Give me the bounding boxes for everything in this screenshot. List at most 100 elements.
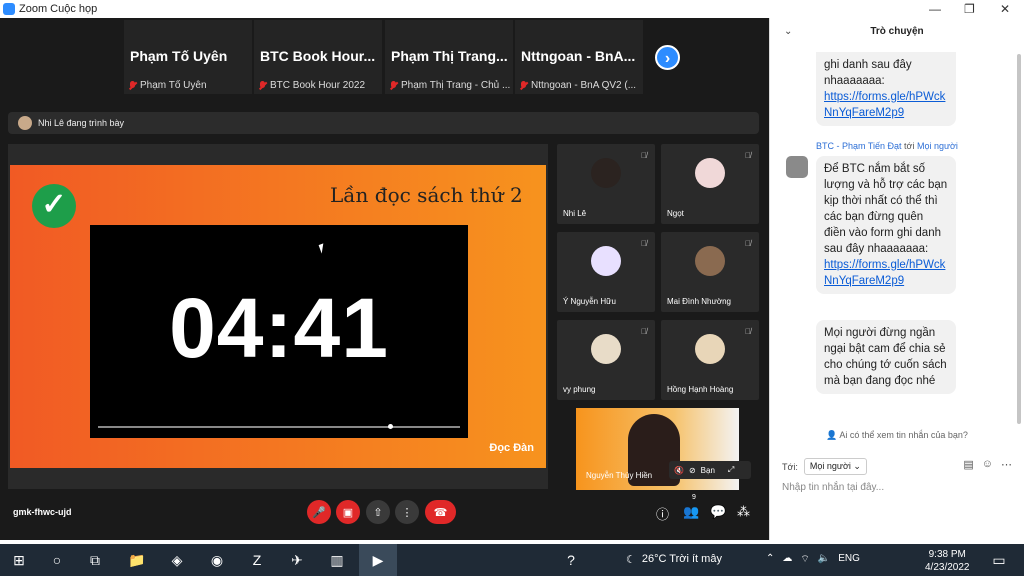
weather-widget[interactable]: ☾ 26°C Trời ít mây xyxy=(626,553,722,566)
chat-message: ghi danh sau đây nhaaaaaaa: https://form… xyxy=(816,52,956,126)
chat-icon[interactable]: 💬 xyxy=(710,504,726,520)
apps-icon[interactable]: ⁂ xyxy=(737,504,750,520)
participant-name: Phạm Tố Uyên xyxy=(130,48,228,64)
participant-name: Nttngoan - BnA... xyxy=(521,48,636,64)
emoji-icon[interactable]: ☺ xyxy=(982,458,993,471)
presenting-text: Nhi Lê đang trình bày xyxy=(38,118,125,128)
zalo-icon[interactable]: Z xyxy=(246,549,268,571)
maximize-icon[interactable]: ❐ xyxy=(964,2,975,16)
mic-muted-icon[interactable]: 🔇 xyxy=(674,466,684,475)
participant-strip: Phạm Tố Uyên Phạm Tố Uyên BTC Book Hour.… xyxy=(0,18,769,96)
participant-tile[interactable]: 🎙̸ Nhi Lê xyxy=(557,144,655,224)
avatar xyxy=(695,334,725,364)
recipient-dropdown[interactable]: Mọi người ⌄ xyxy=(803,458,867,475)
participant-thumb[interactable]: BTC Book Hour... BTC Book Hour 2022 xyxy=(254,20,382,94)
mic-muted-icon xyxy=(128,80,137,91)
chat-message: Để BTC nắm bắt số lượng và hỗ trợ các bạ… xyxy=(816,156,956,294)
participant-tile[interactable]: 🎙̸ Ý Nguyễn Hữu xyxy=(557,232,655,312)
self-name: Nguyễn Thùy Hiền xyxy=(586,471,653,480)
file-explorer-icon[interactable]: 📁 xyxy=(126,549,148,571)
chat-input[interactable]: Nhập tin nhắn tại đây... xyxy=(782,482,884,493)
mic-muted-icon xyxy=(389,80,398,91)
window-controls: — ❐ ✕ xyxy=(769,0,1024,18)
self-label: Bạn xyxy=(700,465,715,475)
chat-sender: BTC - Phạm Tiến Đạt tới Mọi người xyxy=(816,141,958,151)
expand-icon[interactable]: ⤢ xyxy=(728,465,734,475)
help-icon[interactable]: ? xyxy=(560,549,582,571)
people-icon: 👤 xyxy=(826,430,838,440)
sender-recipient: Mọi người xyxy=(916,141,958,151)
file-icon[interactable]: ▤ xyxy=(963,458,973,471)
avatar xyxy=(591,246,621,276)
check-icon: ✓ xyxy=(32,184,76,228)
participant-count: 9 xyxy=(692,494,696,501)
video-progress-bar xyxy=(98,424,460,429)
mic-muted-icon: 🎙̸ xyxy=(641,151,647,160)
countdown-timer: 04:41 xyxy=(169,281,389,375)
next-page-button[interactable]: › xyxy=(655,45,680,70)
participant-thumb[interactable]: Phạm Thị Trang... Phạm Thị Trang - Chủ .… xyxy=(385,20,513,94)
clock[interactable]: 9:38 PM 4/23/2022 xyxy=(925,548,970,574)
chat-message: Mọi người đừng ngần ngại bật cam để chia… xyxy=(816,320,956,394)
app-icon[interactable]: ✈ xyxy=(286,549,308,571)
participant-tile[interactable]: 🎙̸ Mai Đình Nhường xyxy=(661,232,759,312)
chat-link[interactable]: https://forms.gle/hPWckNnYqFareM2p9 xyxy=(824,259,945,287)
participant-tile[interactable]: 🎙̸ vy phung xyxy=(557,320,655,400)
app-icon[interactable]: ▥ xyxy=(326,549,348,571)
wifi-icon[interactable]: ⌔ xyxy=(800,553,809,566)
window-titlebar: Zoom Cuộc họp xyxy=(0,0,769,18)
participant-name: Nhi Lê xyxy=(563,209,587,218)
chat-privacy-link[interactable]: 👤 Ai có thể xem tin nhắn của bạn? xyxy=(770,430,1024,441)
zoom-icon[interactable]: ▶ xyxy=(367,549,389,571)
share-screen-button[interactable]: ⇧ xyxy=(366,500,390,524)
sender-name: BTC - Phạm Tiến Đạt xyxy=(816,141,902,151)
volume-icon[interactable]: 🔈 xyxy=(818,553,830,566)
participants-icon[interactable]: 👥 xyxy=(683,504,699,520)
notifications-icon[interactable]: ▭ xyxy=(988,549,1010,571)
chevron-up-icon[interactable]: ⌃ xyxy=(766,553,774,566)
dropbox-icon[interactable]: ◈ xyxy=(166,549,188,571)
start-video-button[interactable]: ▣ xyxy=(336,500,360,524)
avatar xyxy=(591,158,621,188)
cloud-icon[interactable]: ☁ xyxy=(782,553,792,566)
video-off-icon[interactable]: ⊘ xyxy=(689,466,696,475)
task-view-icon[interactable]: ⧉ xyxy=(84,549,106,571)
chat-message-text: Để BTC nắm bắt số lượng và hỗ trợ các bạ… xyxy=(824,163,948,255)
weather-icon: ☾ xyxy=(626,554,636,566)
meeting-id: gmk-fhwc-ujd xyxy=(13,507,72,517)
chat-panel: ⌄ Trò chuyện ghi danh sau đây nhaaaaaaa:… xyxy=(769,18,1024,540)
participant-label: Nttngoan - BnA QV2 (... xyxy=(531,80,637,91)
slide: ✓ Lần đọc sách thứ 2 04:41 Đọc Đàn xyxy=(10,165,546,468)
avatar xyxy=(786,156,808,178)
avatar xyxy=(695,158,725,188)
participant-tile[interactable]: 🎙̸ Hồng Hạnh Hoàng xyxy=(661,320,759,400)
info-icon[interactable]: ⓘ xyxy=(656,504,669,523)
participant-name: Ý Nguyễn Hữu xyxy=(563,297,616,306)
self-view-controls: 🔇 ⊘ Bạn ⤢ xyxy=(669,461,751,479)
windows-start-icon[interactable]: ⊞ xyxy=(8,549,30,571)
chat-link[interactable]: https://forms.gle/hPWckNnYqFareM2p9 xyxy=(824,91,945,119)
unmute-button[interactable]: 🎤 xyxy=(307,500,331,524)
chat-scrollbar[interactable] xyxy=(1017,54,1021,424)
chrome-icon[interactable]: ◉ xyxy=(206,549,228,571)
input-language[interactable]: ENG xyxy=(838,553,860,566)
more-icon[interactable]: ⋯ xyxy=(1001,458,1012,471)
participant-name: BTC Book Hour... xyxy=(260,48,376,64)
cursor-icon xyxy=(318,243,327,254)
zoom-logo-icon xyxy=(3,3,15,15)
mic-muted-icon: 🎙̸ xyxy=(745,239,751,248)
participant-thumb[interactable]: Nttngoan - BnA... Nttngoan - BnA QV2 (..… xyxy=(515,20,643,94)
leave-call-button[interactable]: ☎ xyxy=(425,500,456,524)
close-icon[interactable]: ✕ xyxy=(1000,2,1010,16)
participant-tile[interactable]: 🎙̸ Ngọt xyxy=(661,144,759,224)
to-label: Tới: xyxy=(782,461,798,472)
mic-muted-icon: 🎙̸ xyxy=(641,239,647,248)
meeting-toolbar: gmk-fhwc-ujd 🎤 ▣ ⇧ ⋮ ☎ ⓘ 9 👥 💬 ⁂ xyxy=(0,492,769,540)
search-icon[interactable]: ○ xyxy=(46,549,68,571)
presenting-bar: Nhi Lê đang trình bày xyxy=(8,112,759,134)
brand-logo: Đọc Đàn xyxy=(489,442,534,454)
avatar xyxy=(695,246,725,276)
more-button[interactable]: ⋮ xyxy=(395,500,419,524)
minimize-icon[interactable]: — xyxy=(929,2,941,16)
participant-thumb[interactable]: Phạm Tố Uyên Phạm Tố Uyên xyxy=(124,20,252,94)
